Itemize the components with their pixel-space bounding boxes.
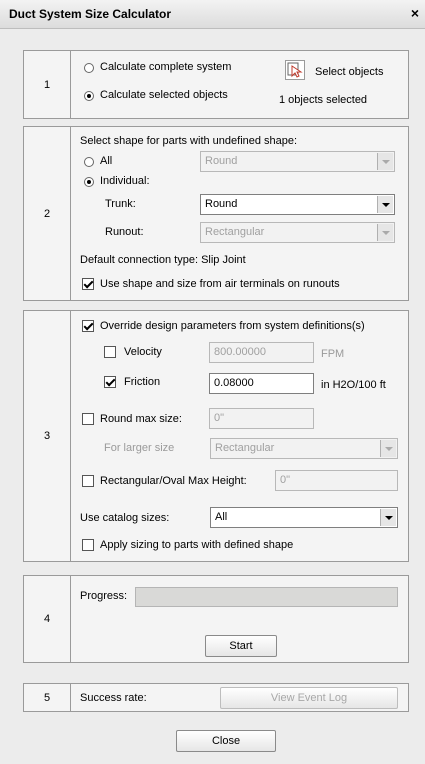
section-number: 4 [24,576,71,662]
round-max-label: Round max size: [100,413,182,425]
chevron-down-icon [377,224,393,241]
section-number: 5 [24,684,71,711]
trunk-select[interactable]: Round [200,194,395,215]
shape-individual-radio[interactable] [84,177,94,187]
rect-max-checkbox[interactable] [82,475,94,487]
section-2: 2 Select shape for parts with undefined … [23,126,409,301]
section-3: 3 Override design parameters from system… [23,310,409,562]
larger-size-label: For larger size [104,442,175,454]
velocity-unit: FPM [321,348,345,360]
apply-sizing-label: Apply sizing to parts with defined shape [100,539,294,551]
section-1: 1 Calculate complete system Calculate se… [23,50,409,119]
larger-size-select: Rectangular [210,438,398,459]
friction-input[interactable]: 0.08000 [209,373,314,394]
title-bar: Duct System Size Calculator × [0,0,425,29]
view-event-log-button: View Event Log [220,687,398,709]
calculate-selected-radio[interactable] [84,91,94,101]
catalog-label: Use catalog sizes: [80,512,170,524]
close-icon[interactable]: × [411,5,419,21]
rect-max-input: 0" [275,470,398,491]
shape-all-value: Round [205,155,238,167]
cursor-select-icon[interactable] [285,60,305,80]
round-max-checkbox[interactable] [82,413,94,425]
calculate-complete-radio[interactable] [84,63,94,73]
objects-selected-count: 1 objects selected [279,94,368,106]
trunk-value: Round [205,198,238,210]
section-4: 4 Progress: Start [23,575,409,663]
catalog-value: All [215,511,228,523]
chevron-down-icon [380,509,396,526]
section-number: 2 [24,127,71,300]
close-button[interactable]: Close [176,730,276,752]
section-number: 3 [24,311,71,561]
runout-value: Rectangular [205,226,265,238]
start-button[interactable]: Start [205,635,277,657]
progress-bar [135,587,398,607]
success-rate-label: Success rate: [80,692,147,704]
shape-heading: Select shape for parts with undefined sh… [80,135,298,147]
round-max-input: 0" [209,408,314,429]
rect-max-label: Rectangular/Oval Max Height: [100,475,247,487]
shape-all-label: All [100,155,113,167]
section-5: 5 Success rate: View Event Log [23,683,409,712]
apply-sizing-checkbox[interactable] [82,539,94,551]
section-number: 1 [24,51,71,118]
runout-select: Rectangular [200,222,395,243]
select-objects-label[interactable]: Select objects [315,66,383,78]
chevron-down-icon [377,153,393,170]
shape-individual-label: Individual: [100,175,150,187]
trunk-label: Trunk: [105,198,136,210]
velocity-label: Velocity [124,346,162,358]
override-label: Override design parameters from system d… [100,320,365,332]
friction-unit: in H2O/100 ft [321,379,386,391]
calculate-selected-label: Calculate selected objects [100,89,228,101]
catalog-select[interactable]: All [210,507,398,528]
friction-label: Friction [124,376,161,388]
progress-label: Progress: [80,590,128,602]
use-shape-label: Use shape and size from air terminals on… [100,278,340,290]
use-shape-checkbox[interactable] [82,278,94,290]
velocity-checkbox[interactable] [104,346,116,358]
runout-label: Runout: [105,226,144,238]
override-checkbox[interactable] [82,320,94,332]
friction-checkbox[interactable] [104,376,116,388]
shape-all-radio[interactable] [84,157,94,167]
dialog-title: Duct System Size Calculator [9,7,172,21]
calculate-complete-label: Calculate complete system [100,61,232,73]
velocity-input: 800.00000 [209,342,314,363]
chevron-down-icon [380,440,396,457]
shape-all-select: Round [200,151,395,172]
larger-size-value: Rectangular [215,442,275,454]
chevron-down-icon [377,196,393,213]
connection-type-text: Default connection type: Slip Joint [80,254,246,266]
duct-size-dialog: Duct System Size Calculator × 1 Calculat… [0,0,425,764]
